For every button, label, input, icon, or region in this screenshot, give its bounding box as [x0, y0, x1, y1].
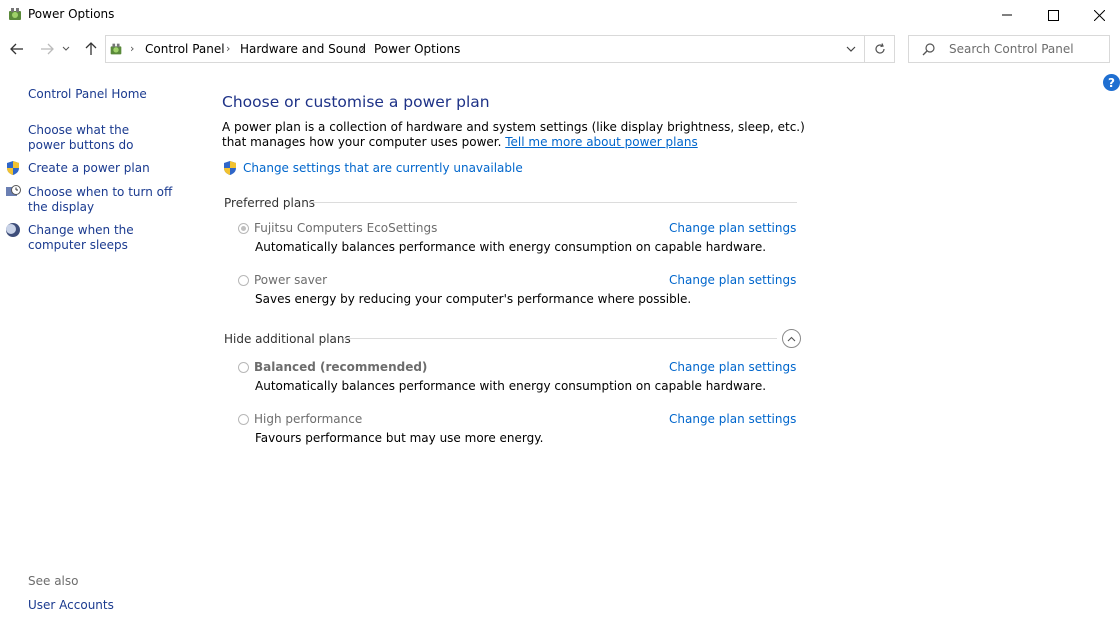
change-plan-settings-link[interactable]: Change plan settings: [669, 360, 796, 374]
plan-description: Favours performance but may use more ene…: [255, 431, 544, 445]
collapse-plans-button[interactable]: [782, 329, 801, 348]
chevron-up-icon: [787, 336, 796, 341]
maximize-icon: [1047, 9, 1059, 21]
minimize-button[interactable]: [984, 0, 1030, 30]
plan-radio-power-saver[interactable]: [238, 275, 249, 286]
title-bar: Power Options: [0, 0, 1120, 30]
hide-additional-plans-label[interactable]: Hide additional plans: [224, 332, 351, 346]
change-unavailable-settings-link[interactable]: Change settings that are currently unava…: [243, 161, 523, 175]
breadcrumb-separator: ›: [130, 42, 135, 55]
recent-locations-button[interactable]: [60, 38, 72, 60]
breadcrumb-control-panel[interactable]: Control Panel: [145, 42, 225, 56]
arrow-up-icon: [85, 42, 97, 55]
forward-button[interactable]: [36, 38, 58, 60]
breadcrumb-power-options[interactable]: Power Options: [374, 42, 460, 56]
change-plan-settings-link[interactable]: Change plan settings: [669, 221, 796, 235]
sidebar-item-create-plan[interactable]: Create a power plan: [28, 161, 188, 176]
refresh-icon: [874, 43, 885, 54]
sidebar-item-turn-off-display[interactable]: Choose when to turn off the display: [28, 185, 183, 215]
plan-description: Automatically balances performance with …: [255, 240, 767, 254]
arrow-right-icon: [41, 43, 54, 55]
page-description: A power plan is a collection of hardware…: [222, 120, 812, 150]
breadcrumb-hardware-and-sound[interactable]: Hardware and Sound: [240, 42, 366, 56]
plan-radio-high-performance[interactable]: [238, 414, 249, 425]
divider: [343, 338, 777, 339]
display-clock-icon: [6, 185, 21, 196]
plan-name: High performance: [254, 412, 363, 426]
sidebar-control-panel-home[interactable]: Control Panel Home: [28, 87, 188, 102]
preferred-plans-label: Preferred plans: [224, 196, 316, 210]
change-plan-settings-link[interactable]: Change plan settings: [669, 412, 796, 426]
breadcrumb-separator: ›: [226, 42, 231, 55]
up-button[interactable]: [80, 38, 102, 60]
plan-name: Fujitsu Computers EcoSettings: [254, 221, 438, 235]
breadcrumb-separator: ›: [360, 42, 365, 55]
learn-more-link[interactable]: Tell me more about power plans: [505, 135, 697, 149]
plan-description: Saves energy by reducing your computer's…: [255, 292, 692, 306]
see-also-label: See also: [28, 574, 79, 588]
window-title: Power Options: [28, 7, 115, 21]
change-plan-settings-link[interactable]: Change plan settings: [669, 273, 796, 287]
shield-icon: [224, 161, 236, 175]
help-button[interactable]: ?: [1103, 74, 1120, 91]
back-button[interactable]: [6, 38, 28, 60]
see-also-user-accounts[interactable]: User Accounts: [28, 598, 188, 613]
plan-radio-balanced[interactable]: [238, 362, 249, 373]
help-icon: ?: [1108, 75, 1115, 90]
sidebar-item-sleep[interactable]: Change when the computer sleeps: [28, 223, 183, 253]
search-icon: [922, 43, 935, 56]
maximize-button[interactable]: [1030, 0, 1076, 30]
plan-radio-fujitsu[interactable]: [238, 223, 249, 234]
close-button[interactable]: [1076, 0, 1120, 30]
shield-icon: [7, 161, 19, 175]
minimize-icon: [1002, 14, 1012, 16]
search-placeholder: Search Control Panel: [949, 42, 1074, 56]
address-dropdown-icon[interactable]: [846, 46, 856, 52]
divider: [310, 202, 797, 203]
power-options-icon: [9, 8, 21, 20]
refresh-button[interactable]: [865, 35, 895, 63]
close-icon: [1093, 9, 1105, 21]
control-panel-icon: [110, 43, 122, 55]
chevron-down-icon: [62, 46, 70, 51]
arrow-left-icon: [10, 43, 23, 55]
sidebar-item-power-buttons[interactable]: Choose what the power buttons do: [28, 123, 168, 153]
plan-description: Automatically balances performance with …: [255, 379, 767, 393]
moon-icon: [6, 223, 20, 237]
plan-name: Power saver: [254, 273, 328, 287]
plan-name: Balanced (recommended): [254, 360, 428, 374]
page-title: Choose or customise a power plan: [222, 93, 490, 111]
